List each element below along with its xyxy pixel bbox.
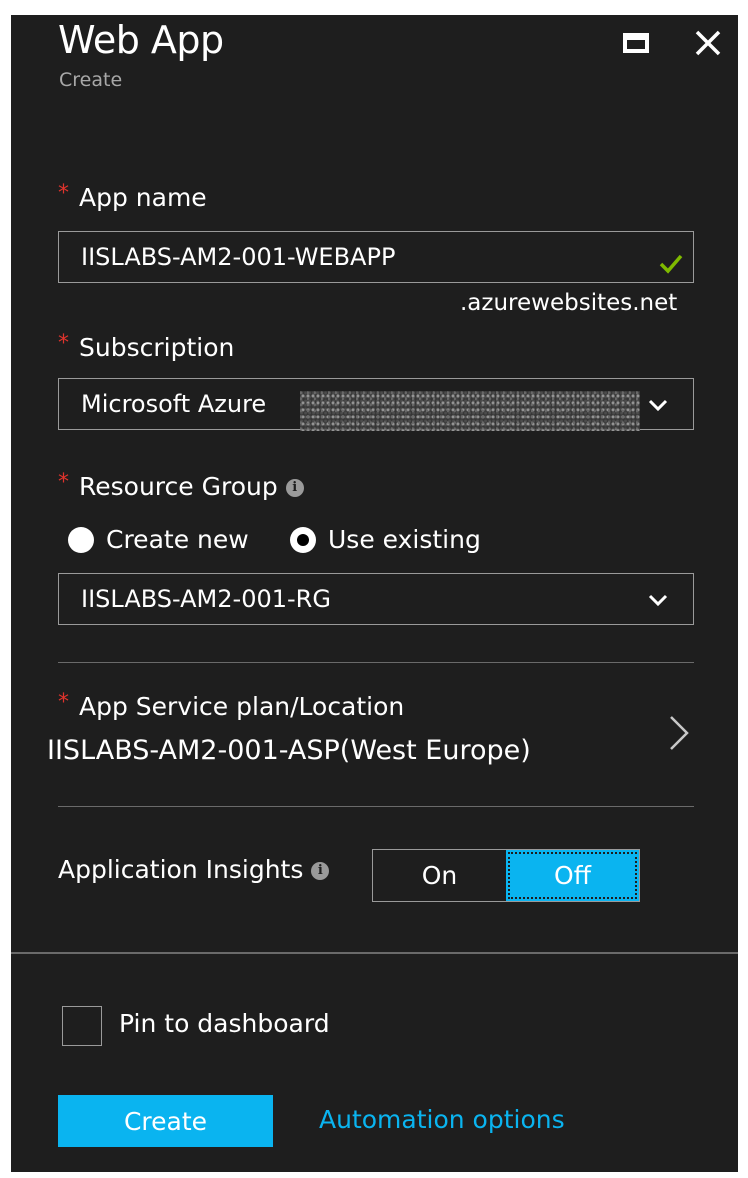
info-icon[interactable]: i — [311, 862, 330, 880]
app-name-label-text: App name — [79, 183, 207, 212]
section-divider — [58, 662, 694, 663]
toggle-off[interactable]: Off — [506, 850, 639, 901]
web-app-create-blade: Web App Create * App name .azurewebsites.… — [11, 15, 738, 1172]
app-service-plan-label: * App Service plan/Location — [58, 690, 405, 721]
section-divider — [58, 806, 694, 807]
toggle-on[interactable]: On — [373, 850, 506, 901]
app-service-plan-value: IISLABS-AM2-001-ASP(West Europe) — [47, 735, 531, 766]
resource-group-label: * Resource Group i — [58, 470, 304, 501]
subscription-value: Microsoft Azure — [81, 390, 267, 418]
create-button[interactable]: Create — [58, 1095, 273, 1147]
radio-create-new[interactable]: Create new — [68, 525, 249, 554]
valid-check-icon — [659, 254, 683, 274]
footer-divider — [11, 952, 738, 954]
app-name-input[interactable] — [58, 231, 694, 283]
close-icon — [695, 30, 721, 56]
chevron-down-icon — [648, 399, 668, 412]
blade-title: Web App — [58, 18, 224, 62]
automation-options-link[interactable]: Automation options — [319, 1105, 565, 1134]
radio-circle-selected — [290, 526, 316, 553]
domain-suffix: .azurewebsites.net — [460, 290, 678, 316]
required-marker: * — [58, 331, 69, 356]
maximize-icon — [623, 33, 649, 53]
required-marker: * — [58, 690, 69, 715]
app-insights-label-text: Application Insights — [58, 855, 304, 884]
pin-to-dashboard-label[interactable]: Pin to dashboard — [119, 1009, 330, 1038]
radio-circle — [68, 526, 94, 553]
radio-use-existing-label: Use existing — [328, 525, 481, 554]
app-service-plan-label-text: App Service plan/Location — [79, 692, 405, 721]
subscription-label-text: Subscription — [79, 333, 235, 362]
radio-use-existing[interactable]: Use existing — [290, 525, 481, 554]
radio-create-new-label: Create new — [106, 525, 249, 554]
pin-to-dashboard-checkbox[interactable] — [62, 1006, 102, 1046]
resource-group-label-text: Resource Group — [79, 472, 278, 501]
app-insights-toggle[interactable]: On Off — [372, 849, 640, 902]
info-icon[interactable]: i — [285, 479, 304, 497]
maximize-button[interactable] — [616, 23, 656, 63]
chevron-down-icon — [648, 594, 668, 607]
redacted-subscription-id — [300, 391, 640, 431]
subscription-label: * Subscription — [58, 331, 235, 362]
required-marker: * — [58, 181, 69, 206]
close-button[interactable] — [688, 23, 728, 63]
chevron-right-icon[interactable] — [663, 713, 693, 753]
blade-subtitle: Create — [59, 69, 123, 91]
app-insights-label: Application Insights i — [58, 855, 330, 884]
resource-group-value: IISLABS-AM2-001-RG — [81, 585, 331, 613]
required-marker: * — [58, 470, 69, 495]
app-name-label: * App name — [58, 181, 207, 212]
resource-group-select[interactable]: IISLABS-AM2-001-RG — [58, 573, 694, 625]
